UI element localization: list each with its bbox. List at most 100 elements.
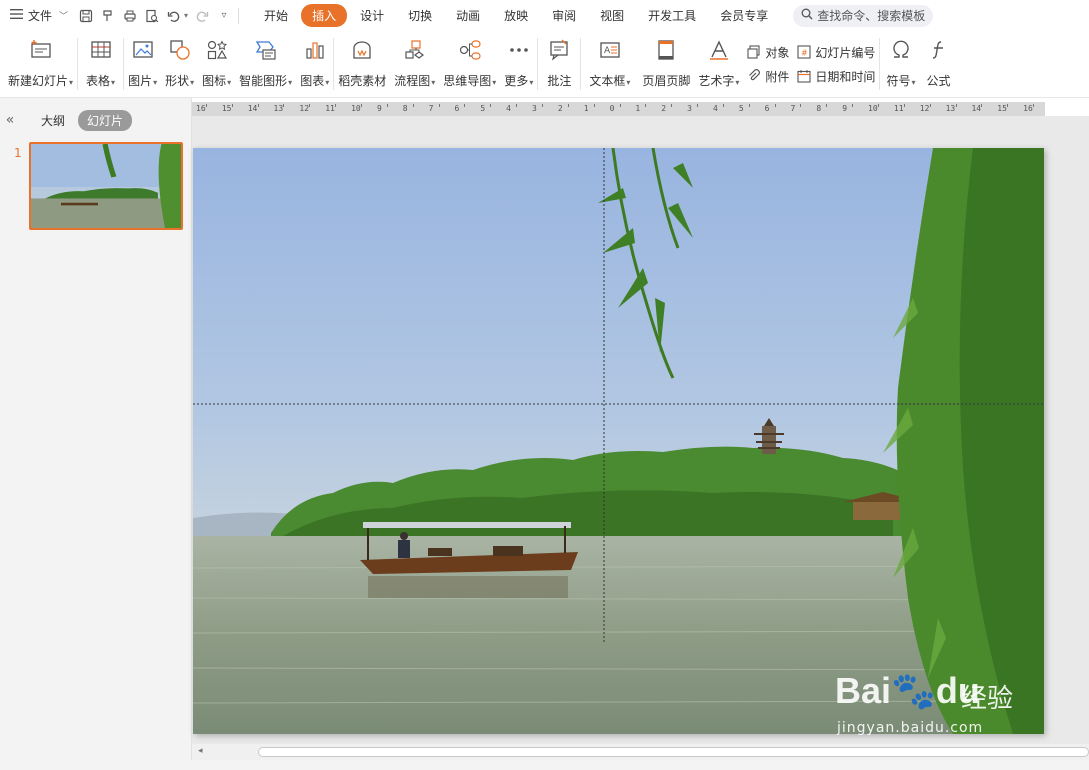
ruler-tick [748, 104, 750, 107]
shape-button[interactable]: 形状▾ [161, 31, 198, 97]
ruler-tick [438, 104, 440, 107]
ruler-mark: 8 [816, 104, 822, 113]
redo-icon[interactable] [194, 8, 210, 24]
scrollbar-thumb[interactable] [258, 747, 1089, 757]
ruler-tick [464, 104, 466, 107]
tab-slides[interactable]: 幻灯片 [78, 109, 133, 131]
flowchart-button[interactable]: 流程图▾ [390, 31, 439, 97]
ruler-tick [257, 104, 259, 107]
undo-dropdown-icon[interactable]: ▾ [184, 11, 188, 20]
save-icon[interactable] [78, 8, 94, 24]
mindmap-button[interactable]: 思维导图▾ [439, 31, 500, 97]
hamburger-icon [10, 8, 24, 23]
svg-text:A: A [604, 46, 611, 56]
ruler-mark: 16 [1023, 104, 1033, 113]
tab-slideshow[interactable]: 放映 [493, 4, 539, 27]
slide-number-label: 幻灯片编号 [815, 45, 876, 60]
ruler-tick [335, 104, 337, 107]
print-preview-icon[interactable] [144, 8, 160, 24]
ruler-mark: 11 [325, 104, 335, 113]
shape-label: 形状 [165, 74, 190, 88]
slides-pane: « 大纲 幻灯片 1 [0, 98, 192, 770]
icon-library-label: 图标 [202, 74, 227, 88]
textbox-button[interactable]: A 文本框▾ [581, 31, 638, 97]
ruler-tick [231, 104, 233, 107]
ruler-mark: 8 [402, 104, 408, 113]
ruler-mark: 1 [583, 104, 589, 113]
tab-transitions[interactable]: 切换 [397, 4, 443, 27]
ruler-tick [361, 104, 362, 107]
ruler-mark: 16 [196, 104, 206, 113]
collapse-pane-icon[interactable]: « [0, 112, 20, 128]
wordart-button[interactable]: 艺术字▾ [694, 31, 743, 97]
horizontal-scrollbar[interactable]: ◂ [192, 744, 1089, 760]
smartart-button[interactable]: 智能图形▾ [235, 31, 296, 97]
more-button[interactable]: 更多▾ [500, 31, 537, 97]
ruler-tick [645, 104, 647, 107]
ruler-mark: 4 [712, 104, 718, 113]
datetime-button[interactable]: 日期和时间 [797, 68, 875, 85]
ruler-mark: 4 [506, 104, 511, 113]
tab-outline[interactable]: 大纲 [32, 110, 74, 131]
slide-number-button[interactable]: # 幻灯片编号 [797, 44, 875, 61]
undo-icon[interactable] [166, 8, 182, 24]
tab-review[interactable]: 审阅 [541, 4, 587, 27]
customize-quick-access-icon[interactable]: ▿ [216, 8, 232, 24]
horizontal-ruler: 16 15 14 13 12 11 10 9 8 7 6 5 4 3 2 1 0 1 2 3 4 5 6 7 8 9 10 11 12 1… [192, 102, 1045, 116]
command-search[interactable]: 查找命令、搜索模板 [793, 4, 934, 27]
status-strip [0, 760, 1089, 770]
print-icon[interactable] [122, 8, 138, 24]
chart-button[interactable]: 图表▾ [296, 31, 333, 97]
daoke-material-button[interactable]: 稻壳素材 [334, 31, 390, 97]
ruler-tick [541, 104, 543, 107]
tab-design[interactable]: 设计 [349, 4, 395, 27]
file-menu[interactable]: 文件 ﹀ [0, 0, 68, 31]
svg-text:#: # [801, 49, 808, 58]
comment-button[interactable]: 批注 [538, 31, 580, 97]
slide-thumbnail[interactable] [29, 142, 183, 230]
search-icon [801, 8, 813, 23]
picture-button[interactable]: 图片▾ [124, 31, 161, 97]
ruler-tick [981, 104, 983, 107]
watermark-cn: 经验 [961, 684, 1014, 714]
ruler-tick [309, 104, 311, 107]
formula-button[interactable]: 公式 [921, 31, 951, 97]
icon-library-button[interactable]: 图标▾ [198, 31, 235, 97]
symbol-button[interactable]: 符号▾ [880, 31, 921, 97]
tab-insert[interactable]: 插入 [301, 4, 348, 27]
ruler-tick [671, 104, 673, 107]
dropdown-arrow-icon: ▾ [735, 78, 740, 87]
dropdown-arrow-icon: ▾ [529, 78, 534, 87]
dropdown-arrow-icon: ▾ [111, 78, 116, 87]
slide-number-icon: # [797, 45, 811, 59]
ruler-mark: 6 [764, 104, 770, 113]
calendar-icon [797, 69, 811, 83]
slide-canvas[interactable] [193, 148, 1044, 734]
smartart-label: 智能图形 [239, 74, 288, 88]
ruler-tick [1007, 104, 1009, 107]
ruler-mark: 2 [557, 104, 563, 113]
tab-member[interactable]: 会员专享 [709, 4, 779, 27]
slide-number-datetime-stack: # 幻灯片编号 日期和时间 [793, 31, 879, 97]
symbol-label: 符号 [886, 74, 911, 88]
flowchart-label: 流程图 [394, 74, 431, 88]
ruler-tick [955, 104, 957, 107]
ruler-tick [877, 104, 879, 107]
header-footer-button[interactable]: 页眉页脚 [638, 31, 694, 97]
tab-view[interactable]: 视图 [589, 4, 635, 27]
ruler-tick [903, 104, 905, 107]
tab-home[interactable]: 开始 [253, 4, 299, 27]
new-slide-button[interactable]: 新建幻灯片▾ [0, 31, 77, 97]
table-button[interactable]: 表格▾ [78, 31, 123, 97]
scroll-left-icon[interactable]: ◂ [198, 746, 203, 756]
ruler-tick [593, 104, 595, 107]
slide-number: 1 [14, 146, 22, 160]
object-button[interactable]: 对象 [747, 44, 789, 61]
slide-thumbnail-row[interactable]: 1 [0, 142, 191, 238]
attachment-button[interactable]: 附件 [747, 68, 789, 85]
wordart-label: 艺术字 [698, 74, 735, 88]
format-painter-icon[interactable] [100, 8, 116, 24]
tab-animations[interactable]: 动画 [445, 4, 491, 27]
dropdown-arrow-icon: ▾ [492, 78, 497, 87]
tab-developer[interactable]: 开发工具 [637, 4, 707, 27]
